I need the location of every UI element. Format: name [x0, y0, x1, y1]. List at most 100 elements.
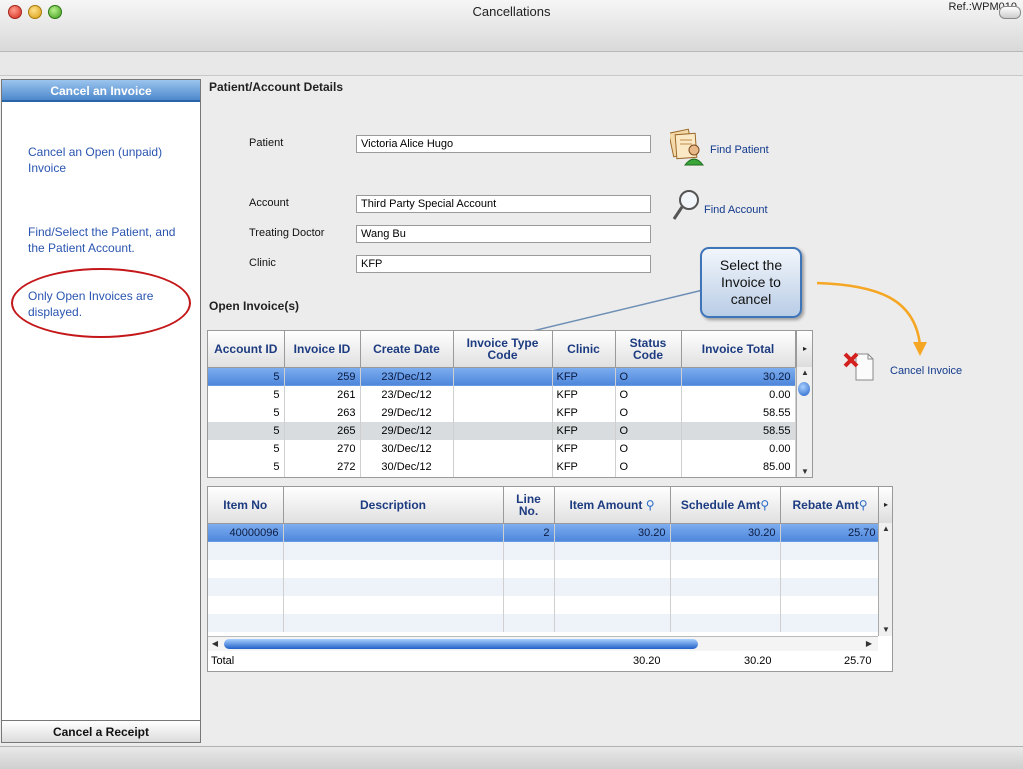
column-header-invoice-total[interactable]: Invoice Total	[681, 331, 796, 368]
total-schedule-amt: 30.20	[744, 655, 772, 667]
rebate-amt-label: Rebate Amt	[792, 497, 859, 512]
sidebar-note-find-patient: Find/Select the Patient, and the Patient…	[28, 225, 176, 255]
toolbar-strip	[0, 52, 1023, 76]
scroll-thumb[interactable]	[798, 382, 810, 396]
item-row[interactable]: 40000096 2 30.20 30.20 25.70	[208, 523, 881, 542]
column-header-invoice-id[interactable]: Invoice ID	[284, 331, 361, 368]
clinic-field[interactable]	[356, 255, 651, 273]
account-field[interactable]	[356, 195, 651, 213]
column-header-rebate-amt[interactable]: Rebate Amt⚲	[780, 487, 881, 524]
items-horizontal-scrollbar[interactable]: ◀ ▶	[208, 636, 878, 651]
column-header-item-amount[interactable]: Item Amount ⚲	[554, 487, 671, 524]
invoice-cell: O	[615, 439, 682, 458]
sidebar-header-cancel-invoice[interactable]: Cancel an Invoice	[2, 80, 200, 102]
invoice-cell: 261	[284, 385, 361, 404]
invoice-cell: 5	[208, 421, 285, 440]
scroll-left-icon[interactable]: ◀	[210, 639, 220, 649]
column-header-description[interactable]: Description	[283, 487, 504, 524]
items-scroll-down-icon[interactable]: ▼	[879, 625, 892, 635]
invoice-row[interactable]: 5 270 30/Dec/12 KFP O 0.00	[208, 439, 796, 458]
invoice-row[interactable]: 5 272 30/Dec/12 KFP O 85.00	[208, 457, 796, 476]
find-account-link[interactable]: Find Account	[704, 204, 768, 216]
item-cell: 40000096	[208, 523, 284, 542]
items-scroll-up-icon[interactable]: ▲	[879, 524, 892, 534]
invoice-row[interactable]: 5 265 29/Dec/12 KFP O 58.55	[208, 421, 796, 440]
invoice-cell: 259	[284, 367, 361, 386]
invoice-cell: O	[615, 403, 682, 422]
invoice-cell: KFP	[552, 421, 616, 440]
total-item-amount: 30.20	[633, 655, 661, 667]
account-label: Account	[249, 197, 289, 209]
invoice-cell: O	[615, 457, 682, 476]
sidebar-footer-cancel-receipt[interactable]: Cancel a Receipt	[2, 720, 200, 742]
items-table: Item No Description Line No. Item Amount…	[208, 487, 881, 632]
scroll-down-icon[interactable]: ▼	[797, 467, 812, 477]
invoices-grid: Account ID Invoice ID Create Date Invoic…	[207, 330, 813, 478]
column-scroll-right-icon[interactable]: ▸	[796, 331, 812, 367]
column-header-schedule-amt[interactable]: Schedule Amt⚲	[670, 487, 781, 524]
invoice-cell: KFP	[552, 403, 616, 422]
invoice-cell: 5	[208, 457, 285, 476]
invoice-cell: O	[615, 421, 682, 440]
cancel-invoice-icon[interactable]	[842, 350, 876, 384]
items-column-scroll-right-icon[interactable]: ▸	[878, 487, 892, 523]
invoice-cell: 58.55	[681, 421, 796, 440]
invoice-cell: O	[615, 385, 682, 404]
invoice-cell: 5	[208, 385, 285, 404]
column-header-status-code[interactable]: Status Code	[615, 331, 682, 368]
treating-doctor-field[interactable]	[356, 225, 651, 243]
invoice-cell: 272	[284, 457, 361, 476]
invoice-cell: 29/Dec/12	[360, 421, 454, 440]
invoice-cell: 0.00	[681, 439, 796, 458]
invoice-cell: 0.00	[681, 385, 796, 404]
column-header-line-no[interactable]: Line No.	[503, 487, 555, 524]
toolbar-toggle-button[interactable]	[999, 6, 1021, 19]
column-header-invoice-type-code[interactable]: Invoice Type Code	[453, 331, 553, 368]
item-cell: 25.70	[780, 523, 881, 542]
column-header-create-date[interactable]: Create Date	[360, 331, 454, 368]
search-icon[interactable]: ⚲	[760, 498, 769, 512]
horizontal-scroll-thumb[interactable]	[224, 639, 698, 649]
sidebar-note-cancel-open: Cancel an Open (unpaid) Invoice	[28, 145, 163, 175]
column-header-clinic[interactable]: Clinic	[552, 331, 616, 368]
search-icon[interactable]: ⚲	[859, 498, 868, 512]
invoice-row[interactable]: 5 259 23/Dec/12 KFP O 30.20	[208, 367, 796, 386]
invoice-cell: 265	[284, 421, 361, 440]
orange-arrow	[816, 281, 922, 346]
invoice-cell: KFP	[552, 457, 616, 476]
scroll-up-icon[interactable]: ▲	[797, 368, 812, 378]
invoice-cell: O	[615, 367, 682, 386]
search-icon[interactable]: ⚲	[646, 498, 655, 512]
items-vertical-scrollbar[interactable]: ▲ ▼	[878, 523, 892, 636]
item-cell: 2	[503, 523, 555, 542]
invoice-cell: 23/Dec/12	[360, 367, 454, 386]
magnifier-icon[interactable]	[672, 188, 702, 222]
patient-label: Patient	[249, 137, 284, 149]
invoice-cell: 5	[208, 439, 285, 458]
title-bar: Cancellations Ref.:WPM010	[0, 0, 1023, 52]
find-patient-icon[interactable]	[668, 128, 706, 166]
total-rebate-amt: 25.70	[844, 655, 872, 667]
item-cell	[283, 523, 504, 542]
item-row-empty	[208, 613, 881, 632]
invoice-cell	[453, 367, 553, 386]
column-header-item-no[interactable]: Item No	[208, 487, 284, 524]
invoice-cell	[453, 421, 553, 440]
invoices-table: Account ID Invoice ID Create Date Invoic…	[208, 331, 796, 477]
column-header-account-id[interactable]: Account ID	[208, 331, 285, 368]
invoice-cell: 23/Dec/12	[360, 385, 454, 404]
invoice-cell	[453, 439, 553, 458]
items-total-label: Total	[211, 655, 235, 667]
window-title: Cancellations	[472, 4, 551, 19]
invoice-cell: 30.20	[681, 367, 796, 386]
patient-field[interactable]	[356, 135, 651, 153]
invoice-cell: 263	[284, 403, 361, 422]
find-patient-link[interactable]: Find Patient	[710, 144, 769, 156]
invoice-row[interactable]: 5 261 23/Dec/12 KFP O 0.00	[208, 385, 796, 404]
scroll-right-icon[interactable]: ▶	[864, 639, 874, 649]
invoices-vertical-scrollbar[interactable]: ▲ ▼	[796, 367, 812, 477]
cancel-invoice-button[interactable]: Cancel Invoice	[890, 365, 962, 377]
invoice-cell	[453, 385, 553, 404]
invoice-row[interactable]: 5 263 29/Dec/12 KFP O 58.55	[208, 403, 796, 422]
item-row-empty	[208, 541, 881, 560]
